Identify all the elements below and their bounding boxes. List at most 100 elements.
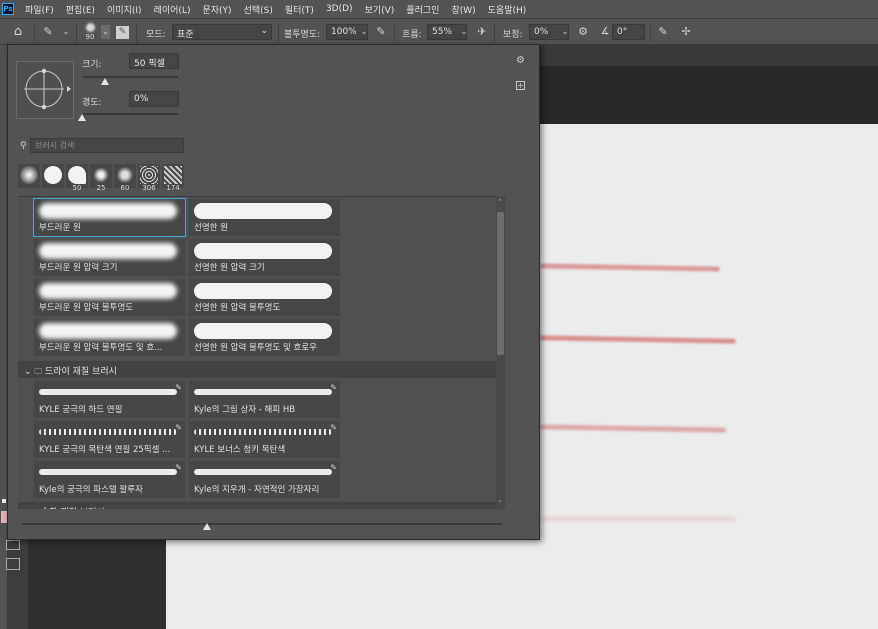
preset-size-label: 60 [120,184,130,192]
recent-brush-preset[interactable]: 174 [162,164,184,192]
menu-item[interactable]: 필터(T) [279,3,320,16]
brush-preset-item[interactable]: ✎ Kyle의 지우개 - 자연적인 가장자리 [188,460,341,499]
hardness-slider-track[interactable] [83,113,178,115]
brush-preset-item[interactable]: ✎ KYLE 궁극의 목탄색 연필 25픽셀 ... [33,420,186,459]
brush-stroke-preview [194,243,332,259]
thumbnail-size-slider-thumb[interactable] [203,523,211,530]
brush-preset-item[interactable]: 부드러운 원 압력 크기 [33,238,186,277]
brush-search-input[interactable]: 브러시 검색 [30,138,184,153]
gear-icon[interactable]: ⚙ [575,24,591,40]
brush-preset-item[interactable]: 부드러운 원 [33,198,186,237]
thumbnail-size-slider-track[interactable] [22,523,502,525]
pen-icon: ✎ [175,463,182,472]
chevron-down-icon: ⌄ [260,26,268,36]
brush-group[interactable]: › 🗀 습한 재질 브러시 [18,502,496,509]
foreground-color[interactable] [2,499,6,503]
hardness-slider-thumb[interactable] [78,114,86,121]
scroll-down-icon[interactable]: ⌄ [497,496,503,504]
menu-item[interactable]: 편집(E) [60,3,101,16]
brush-stroke-preview [194,469,332,475]
home-icon[interactable]: ⌂ [10,24,26,40]
mode-select[interactable]: 표준 ⌄ [172,24,272,40]
menu-item[interactable]: 이미지(I) [101,3,148,16]
brush-stroke-preview [39,429,177,435]
recent-brush-preset[interactable]: 50 [66,164,88,192]
menu-item[interactable]: 플러그인 [400,3,445,16]
hardness-field[interactable]: 0% [129,91,179,107]
brush-preset-item[interactable]: ✎ Kyle의 그림 상자 - 해피 HB [188,380,341,419]
recent-brush-preset[interactable]: 25 [90,164,112,192]
brush-preset-item[interactable]: 선명한 원 [188,198,341,237]
gear-icon[interactable]: ⚙ [516,55,525,66]
recent-brush-preset[interactable] [18,164,40,188]
quick-mask-icon[interactable] [6,540,20,550]
pen-icon: ✎ [330,423,337,432]
brush-preset-item[interactable]: 선명한 원 압력 크기 [188,238,341,277]
recent-brush-preset[interactable]: 60 [114,164,136,192]
menu-item[interactable]: 창(W) [445,3,481,16]
photoshop-logo: Ps [2,3,14,15]
brush-tip-icon [85,23,95,32]
brush-preset-name: KYLE 궁극의 하드 연필 [39,405,123,415]
brush-preset-name: 선명한 원 압력 불투명도 [194,303,281,313]
brush-preset-item[interactable]: 부드러운 원 압력 불투명도 및 흐... [33,318,186,357]
brush-preset-item[interactable]: 선명한 원 압력 불투명도 [188,278,341,317]
menu-item[interactable]: 선택(S) [238,3,279,16]
size-slider-track[interactable] [83,76,178,78]
canvas-stroke [540,517,736,521]
brush-settings-icon[interactable]: ✎ [116,26,129,39]
smoothing-value: 0% [534,27,549,37]
new-preset-icon[interactable]: + [516,81,525,90]
brush-tip-preview[interactable] [16,61,74,119]
brush-size-preview[interactable]: 90 [82,21,98,43]
brush-tool-icon[interactable]: ✎ [40,24,56,40]
recent-brush-preset[interactable]: 306 [138,164,160,192]
brush-preset-name: Kyle의 궁극의 파스텔 팔루자 [39,485,143,495]
chevron-down-icon[interactable]: ⌄ [356,24,372,40]
canvas-stroke [539,335,737,344]
recent-brush-preset[interactable] [42,164,64,188]
brush-preset-name: 선명한 원 [194,223,228,233]
pressure-opacity-icon[interactable]: ✎ [373,24,389,40]
brush-preset-name: KYLE 보너스 청키 목탄색 [194,445,286,455]
chevron-down-icon[interactable]: ⌄ [557,24,573,40]
menu-item[interactable]: 레이어(L) [148,3,197,16]
brush-preset-name: 부드러운 원 압력 크기 [39,263,118,273]
brush-preset-name: 부드러운 원 압력 불투명도 [39,303,134,313]
scrollbar-thumb[interactable] [497,212,504,355]
chevron-down-icon[interactable]: ⌄ [456,24,472,40]
menu-item[interactable]: 파일(F) [19,3,60,16]
menu-item[interactable]: 보기(V) [359,3,401,16]
brush-preset-item[interactable]: 선명한 원 압력 불투명도 및 흐로우 [188,318,341,357]
menu-item[interactable]: 도움말(H) [482,3,533,16]
mode-label: 모드: [146,30,166,40]
brush-stroke-preview [39,389,177,395]
brush-size-label: 90 [85,33,95,41]
resize-grip-icon[interactable]: ⋰ [528,529,536,538]
brush-stroke-preview [194,389,332,395]
pressure-size-icon[interactable]: ✎ [655,24,671,40]
brush-group[interactable]: ⌄ 🗀 드라이 재질 브러시 [18,361,496,378]
brush-list-scrollbar[interactable]: ⌃ ⌄ [496,196,505,509]
airbrush-icon[interactable]: ✈ [474,24,490,40]
screen-mode-icon[interactable] [6,558,20,570]
scroll-up-icon[interactable]: ⌃ [497,198,503,206]
symmetry-icon[interactable]: ✢ [678,24,694,40]
size-slider-thumb[interactable] [101,78,109,85]
chevron-down-icon[interactable]: ⌄ [58,24,74,40]
menu-item[interactable]: 3D(D) [320,4,359,14]
brush-preset-item[interactable]: ✎ Kyle의 궁극의 파스텔 팔루자 [33,460,186,499]
brush-tip-icon [44,166,62,184]
brush-list: 부드러운 원 선명한 원부드러운 원 압력 크기 선명한 원 압력 크기부드러운 원… [18,196,506,509]
canvas-stroke [539,424,727,433]
brush-preset-item[interactable]: 부드러운 원 압력 불투명도 [33,278,186,317]
size-field[interactable]: 50 픽셀 [129,53,179,69]
brush-preset-item[interactable]: ✎ KYLE 보너스 청키 목탄색 [188,420,341,459]
brush-preset-name: 선명한 원 압력 불투명도 및 흐로우 [194,343,317,353]
brush-picker-toggle[interactable]: ⌄ [101,25,110,39]
brush-preset-item[interactable]: ✎ KYLE 궁극의 하드 연필 [33,380,186,419]
menu-item[interactable]: 문자(Y) [196,3,237,16]
pen-icon: ✎ [175,383,182,392]
flow-value: 55% [432,27,453,37]
angle-field[interactable]: 0° [612,24,645,40]
